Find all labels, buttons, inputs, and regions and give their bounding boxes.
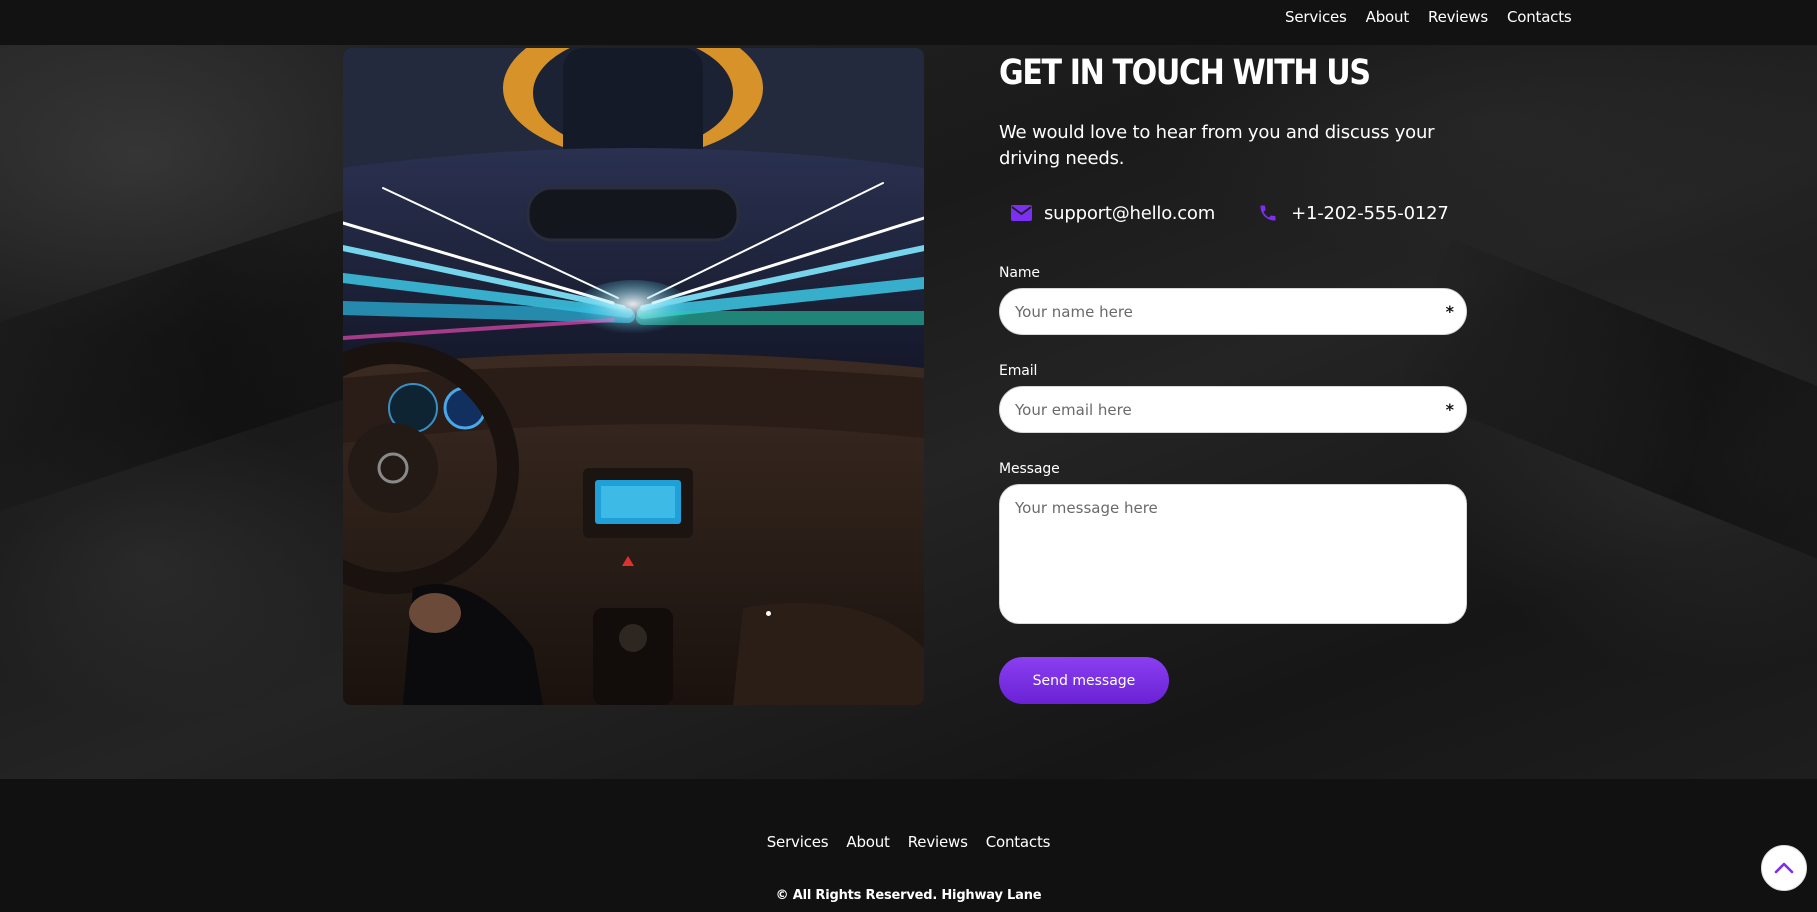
nav-link-contacts[interactable]: Contacts <box>1507 8 1572 26</box>
nav-link-services[interactable]: Services <box>1285 8 1347 26</box>
top-nav: Services About Reviews Contacts <box>1285 8 1572 26</box>
name-label: Name <box>999 265 1040 281</box>
send-message-button[interactable]: Send message <box>999 657 1169 704</box>
name-field-wrapper: * <box>999 288 1467 335</box>
footer: Services About Reviews Contacts © All Ri… <box>0 779 1817 912</box>
message-label: Message <box>999 461 1060 477</box>
email-label: Email <box>999 363 1038 379</box>
footer-link-about[interactable]: About <box>846 833 890 851</box>
email-address: support@hello.com <box>1044 202 1216 224</box>
page-title: GET IN TOUCH WITH US <box>999 53 1371 93</box>
car-interior-photo <box>343 48 924 705</box>
message-textarea[interactable] <box>1000 485 1466 623</box>
nav-link-reviews[interactable]: Reviews <box>1428 8 1488 26</box>
footer-link-contacts[interactable]: Contacts <box>986 833 1051 851</box>
phone-number: +1-202-555-0127 <box>1291 202 1449 224</box>
footer-link-services[interactable]: Services <box>767 833 829 851</box>
contact-details: support@hello.com +1-202-555-0127 <box>1010 202 1449 224</box>
name-input[interactable] <box>1000 289 1466 334</box>
footer-link-reviews[interactable]: Reviews <box>908 833 968 851</box>
message-field-wrapper <box>999 484 1467 624</box>
scroll-to-top-button[interactable] <box>1761 845 1807 891</box>
phone-icon <box>1257 202 1279 224</box>
top-navigation-bar: Services About Reviews Contacts <box>0 0 1817 45</box>
chevron-up-icon <box>1774 862 1794 874</box>
email-contact-link[interactable]: support@hello.com <box>1010 202 1215 224</box>
footer-nav: Services About Reviews Contacts <box>0 833 1817 851</box>
email-input[interactable] <box>1000 387 1466 432</box>
required-marker: * <box>1445 400 1454 419</box>
contact-section: GET IN TOUCH WITH US We would love to he… <box>0 45 1817 779</box>
carousel-dot[interactable] <box>766 611 771 616</box>
phone-contact-link[interactable]: +1-202-555-0127 <box>1257 202 1449 224</box>
envelope-icon <box>1010 202 1032 224</box>
email-field-wrapper: * <box>999 386 1467 433</box>
copyright-text: © All Rights Reserved. Highway Lane <box>775 888 1042 903</box>
contact-lead-text: We would love to hear from you and discu… <box>999 122 1435 169</box>
nav-link-about[interactable]: About <box>1366 8 1410 26</box>
required-marker: * <box>1445 302 1454 321</box>
car-interior-illustration <box>343 48 924 705</box>
